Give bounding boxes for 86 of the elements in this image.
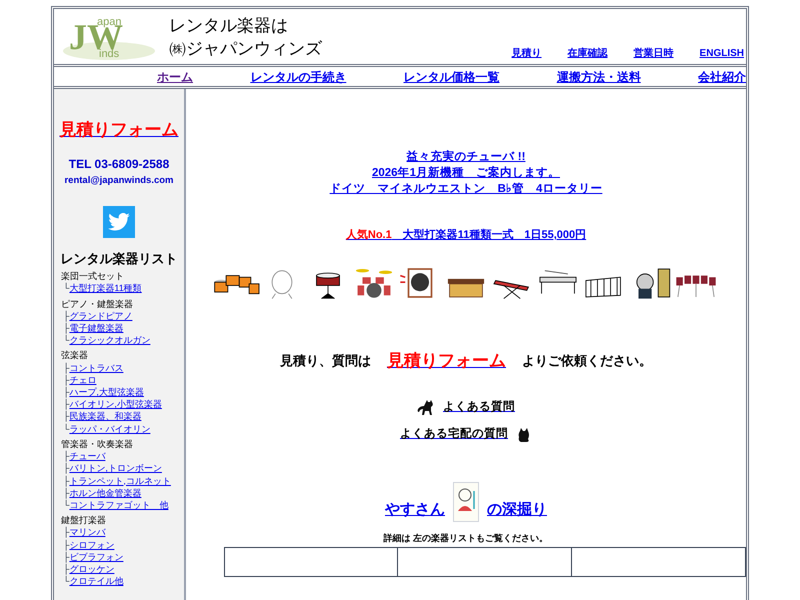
tree-branch: └ — [63, 575, 70, 588]
tree-branch: └ — [63, 422, 70, 435]
category-label: 管楽器・吹奏楽器 — [61, 438, 134, 450]
tree-branch: ├ — [63, 362, 70, 374]
instrument-link[interactable]: クラシックオルガン — [69, 334, 150, 346]
concert-toms-drawing — [676, 275, 716, 297]
instrument-link[interactable]: バリトン,トロンボーン — [69, 462, 162, 474]
form-link[interactable]: 見積りフォーム — [387, 348, 506, 373]
instrument-link[interactable]: クロテイル他 — [69, 575, 124, 588]
tree-branch: └ — [63, 282, 70, 295]
category-label: 楽団一式セット — [61, 270, 125, 282]
instrument-link[interactable]: 民族楽器、和楽器 — [69, 410, 142, 423]
tree-branch: ├ — [63, 398, 70, 410]
tree-branch: ├ — [63, 487, 70, 499]
instrument-link[interactable]: 大型打楽器11種類 — [69, 282, 142, 295]
news-link[interactable]: 2026年1月新機種 ご案内します。 — [372, 165, 560, 181]
inquiry-text: よりご依頼ください。 — [522, 352, 652, 370]
tree-branch: └ — [63, 334, 70, 346]
instrument-link[interactable]: チューバ — [69, 450, 106, 462]
list-heading: レンタル楽器リスト — [60, 250, 178, 268]
instrument-link[interactable]: コントラバス — [69, 362, 124, 374]
tree-branch: ├ — [63, 310, 70, 322]
snare-drum-drawing — [316, 272, 340, 299]
tree-branch: ├ — [63, 322, 70, 334]
vibraphone-drawing — [540, 270, 576, 294]
news-link[interactable]: ドイツ マイネルウエストン B♭管 4ロータリー — [330, 181, 602, 197]
header-link[interactable]: ENGLISH — [700, 46, 744, 61]
glockenspiel-drawing — [586, 276, 621, 297]
site-title: レンタル楽器は — [169, 15, 289, 37]
email-address: rental@japanwinds.com — [64, 174, 174, 188]
instrument-link[interactable]: コントラファゴット 他 — [69, 498, 168, 512]
nav-link[interactable]: レンタル価格一覧 — [404, 68, 500, 86]
tree-branch: ├ — [63, 474, 70, 487]
form-link[interactable]: 見積りフォーム — [60, 117, 178, 142]
instrument-link[interactable]: グランドピアノ — [69, 310, 132, 322]
xylophone-drawing — [493, 280, 530, 299]
header-link[interactable]: 在庫確認 — [568, 46, 608, 61]
header-link[interactable]: 営業日時 — [634, 46, 674, 61]
tree-branch: ├ — [63, 563, 70, 576]
tree-branch: ├ — [63, 551, 70, 563]
tree-branch: └ — [63, 499, 70, 512]
instrument-link[interactable]: マリンバ — [69, 526, 106, 539]
chimes-drawing — [636, 268, 670, 298]
nav-link[interactable]: 会社紹介 — [698, 68, 746, 86]
cat-icon — [516, 426, 532, 443]
category-label: 弦楽器 — [61, 349, 89, 362]
tree-branch: ├ — [63, 538, 70, 551]
tree-branch: ├ — [63, 386, 70, 398]
instrument-link[interactable]: シロフォン — [69, 538, 114, 551]
tree-branch: ├ — [63, 374, 70, 386]
news-link[interactable]: 益々充実のチューバ !! — [406, 149, 526, 165]
instrument-link[interactable]: ビブラフォン — [69, 550, 124, 563]
instrument-link[interactable]: ホルン他金管楽器 — [69, 486, 142, 499]
nav-link[interactable]: ホーム — [157, 68, 193, 86]
category-label: ピアノ・鍵盤楽器 — [61, 298, 134, 310]
marimba-drawing — [448, 278, 484, 297]
instrument-link[interactable]: ラッパ・バイオリン — [69, 422, 150, 435]
tree-branch: ├ — [63, 462, 70, 474]
bass-drum-drawing — [272, 270, 292, 299]
inquiry-text: 見積り、質問は — [280, 352, 371, 370]
instrument-link[interactable]: 電子鍵盤楽器 — [69, 322, 124, 334]
bird-icon[interactable] — [103, 206, 135, 238]
instrument-link[interactable]: ハープ,大型弦楽器 — [69, 386, 144, 398]
site-title: ㈱ジャパンウィンズ — [169, 38, 322, 60]
feature-link[interactable]: やすさん — [385, 499, 445, 522]
tree-branch: ├ — [63, 450, 70, 462]
gong-drawing — [399, 268, 432, 298]
instrument-link[interactable]: トランペット,コルネット — [69, 474, 171, 487]
instrument-link[interactable]: チェロ — [69, 374, 96, 386]
tree-branch: ├ — [63, 410, 70, 423]
header-link[interactable]: 見積り — [512, 46, 542, 61]
nav-link[interactable]: 運搬方法・送料 — [556, 68, 641, 86]
phone-number: TEL 03-6809-2588 — [68, 156, 170, 172]
instrument-link[interactable]: グロッケン — [69, 562, 114, 576]
feature-link[interactable]: の深掘り — [487, 499, 547, 522]
category-label: 鍵盤打楽器 — [61, 514, 107, 526]
drum-kit-drawing — [356, 268, 392, 298]
faq-link[interactable]: よくある宅配の質問 — [400, 426, 508, 444]
portrait-drawing — [453, 482, 479, 522]
cat-icon — [417, 400, 435, 416]
nav-link[interactable]: レンタルの手続き — [250, 68, 346, 86]
timpani-drawing — [214, 274, 260, 294]
instrument-link[interactable]: バイオリン,小型弦楽器 — [69, 398, 162, 410]
note-text: 詳細は 左の楽器リストもご覧ください。 — [384, 532, 548, 545]
faq-link[interactable]: よくある質問 — [443, 399, 515, 416]
tree-branch: ├ — [63, 526, 70, 539]
